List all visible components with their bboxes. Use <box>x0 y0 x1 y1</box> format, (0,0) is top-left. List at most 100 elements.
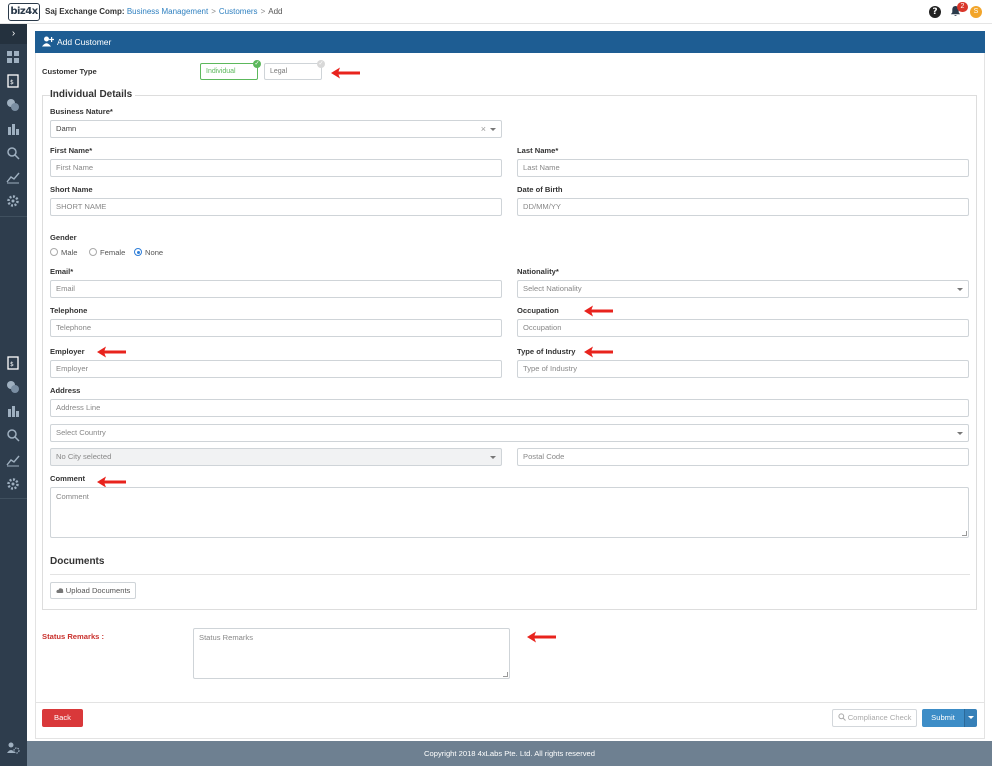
radio-icon <box>50 248 58 256</box>
radio-icon <box>89 248 97 256</box>
app-logo[interactable]: biz4x <box>8 3 40 21</box>
email-label: Email* <box>50 267 74 276</box>
resize-handle-icon[interactable] <box>962 531 967 536</box>
back-button[interactable]: Back <box>42 709 83 727</box>
short-name-input[interactable]: SHORT NAME <box>50 198 502 216</box>
settings-icon[interactable] <box>6 477 20 491</box>
submit-button[interactable]: Submit <box>922 709 964 727</box>
annotation-arrow-icon <box>584 305 614 317</box>
address-line-input[interactable]: Address Line <box>50 399 969 417</box>
sidebar-toggle[interactable]: › <box>0 24 27 44</box>
chevron-down-icon <box>968 716 974 719</box>
sidebar: › $ $ <box>0 24 27 766</box>
first-name-input[interactable]: First Name <box>50 159 502 177</box>
customer-type-label: Customer Type <box>42 67 97 76</box>
upload-documents-button[interactable]: Upload Documents <box>50 582 136 599</box>
settings-icon[interactable] <box>6 194 20 208</box>
panel-title: Add Customer <box>57 37 112 47</box>
document-icon[interactable]: $ <box>6 74 20 88</box>
radio-selected-icon <box>134 248 142 256</box>
dob-input[interactable]: DD/MM/YY <box>517 198 969 216</box>
business-nature-select[interactable]: Damn × <box>50 120 502 138</box>
breadcrumb-add: Add <box>268 7 283 16</box>
avatar[interactable]: S <box>970 6 982 18</box>
employer-input[interactable]: Employer <box>50 360 502 378</box>
upload-label: Upload Documents <box>65 586 131 595</box>
svg-text:$: $ <box>10 361 14 368</box>
chart-icon[interactable] <box>6 453 20 467</box>
telephone-input[interactable]: Telephone <box>50 319 502 337</box>
employer-label: Employer <box>50 347 85 356</box>
nationality-placeholder: Select Nationality <box>523 284 582 293</box>
chevron-down-icon <box>957 288 963 291</box>
short-name-label: Short Name <box>50 185 93 194</box>
gender-female-radio[interactable]: Female <box>89 248 125 257</box>
chevron-down-icon <box>490 128 496 131</box>
occupation-input[interactable]: Occupation <box>517 319 969 337</box>
customer-type-individual[interactable]: Individual <box>200 63 258 80</box>
comment-placeholder: Comment <box>56 492 89 501</box>
copyright-footer: Copyright 2018 4xLabs Pte. Ltd. All righ… <box>27 741 992 766</box>
radio-label: None <box>145 248 164 257</box>
city-select[interactable]: No City selected <box>50 448 502 466</box>
postal-code-input[interactable]: Postal Code <box>517 448 969 466</box>
country-select[interactable]: Select Country <box>50 424 969 442</box>
building-icon[interactable] <box>6 404 20 418</box>
dashboard-icon[interactable] <box>6 50 20 64</box>
divider <box>50 574 970 575</box>
status-remarks-placeholder: Status Remarks <box>199 633 254 642</box>
exchange-icon[interactable] <box>6 98 20 112</box>
compliance-check-button[interactable]: Compliance Check <box>832 709 917 727</box>
panel-header: Add Customer <box>35 31 985 53</box>
gender-label: Gender <box>50 233 77 242</box>
industry-input[interactable]: Type of Industry <box>517 360 969 378</box>
gender-none-radio[interactable]: None <box>134 248 163 257</box>
submit-dropdown-button[interactable] <box>964 709 977 727</box>
top-bar: biz4x Saj Exchange Comp: Business Manage… <box>0 0 992 24</box>
section-title: Individual Details <box>50 89 136 100</box>
customer-type-legal[interactable]: Legal <box>264 63 322 80</box>
document-icon[interactable]: $ <box>6 356 20 370</box>
building-icon[interactable] <box>6 122 20 136</box>
check-icon: ✓ <box>253 60 261 68</box>
status-remarks-textarea[interactable]: Status Remarks <box>193 628 510 679</box>
address-label: Address <box>50 386 81 395</box>
annotation-arrow-icon <box>584 346 614 358</box>
breadcrumb-separator: > <box>211 7 216 16</box>
annotation-arrow-icon <box>331 67 361 79</box>
gender-male-radio[interactable]: Male <box>50 248 77 257</box>
nationality-label: Nationality* <box>517 267 559 276</box>
resize-handle-icon[interactable] <box>503 672 508 677</box>
last-name-input[interactable]: Last Name <box>517 159 969 177</box>
exchange-icon[interactable] <box>6 380 20 394</box>
business-nature-value: Damn <box>56 124 77 133</box>
user-settings-icon[interactable] <box>6 741 20 755</box>
breadcrumb: Saj Exchange Comp: Business Management > C… <box>45 7 282 16</box>
chevron-down-icon <box>957 432 963 435</box>
first-name-label: First Name* <box>50 146 93 155</box>
radio-label: Female <box>100 248 126 257</box>
country-placeholder: Select Country <box>56 428 106 437</box>
search-icon[interactable] <box>6 146 20 160</box>
status-remarks-label: Status Remarks : <box>42 632 105 641</box>
svg-text:$: $ <box>10 79 14 86</box>
help-icon[interactable]: ? <box>929 6 941 18</box>
company-name: Saj Exchange Comp: <box>45 7 125 16</box>
compliance-label: Compliance Check <box>847 713 912 722</box>
breadcrumb-separator: > <box>260 7 266 16</box>
search-icon[interactable] <box>6 428 20 442</box>
chart-icon[interactable] <box>6 170 20 184</box>
occupation-label: Occupation <box>517 306 559 315</box>
add-user-icon <box>42 36 54 47</box>
breadcrumb-customers[interactable]: Customers <box>219 7 258 16</box>
comment-textarea[interactable]: Comment <box>50 487 969 538</box>
divider <box>35 702 985 703</box>
breadcrumb-business-management[interactable]: Business Management <box>127 7 208 16</box>
email-input[interactable]: Email <box>50 280 502 298</box>
business-nature-label: Business Nature* <box>50 107 113 116</box>
notification-badge: 2 <box>957 2 968 12</box>
nationality-select[interactable]: Select Nationality <box>517 280 969 298</box>
clear-icon[interactable]: × <box>481 121 486 137</box>
annotation-arrow-icon <box>527 631 557 643</box>
check-icon: ✓ <box>317 60 325 68</box>
